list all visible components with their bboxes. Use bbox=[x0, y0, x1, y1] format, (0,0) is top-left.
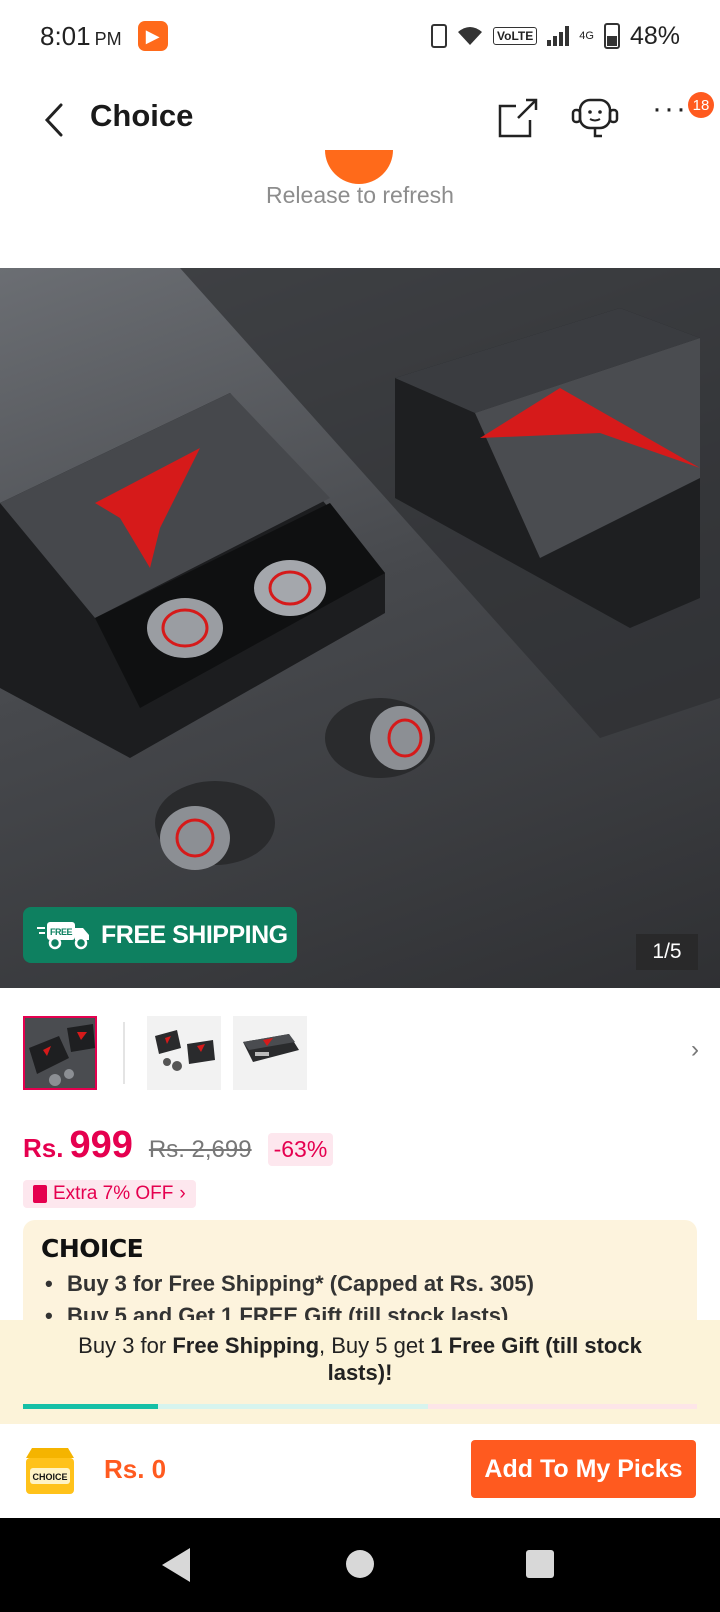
extra-off-label: Extra 7% OFF bbox=[53, 1183, 174, 1204]
promo-progress-bar bbox=[23, 1404, 697, 1409]
system-nav-bar bbox=[0, 1518, 720, 1612]
current-price: 999 bbox=[69, 1124, 133, 1166]
app-notification-icon: ▶ bbox=[137, 21, 168, 51]
choice-box-icon: CHOICE bbox=[26, 1448, 74, 1494]
thumbnail-divider bbox=[123, 1022, 125, 1084]
thumbnail-strip: › bbox=[23, 1016, 703, 1092]
delivery-truck-icon: FREE bbox=[37, 922, 89, 950]
back-icon bbox=[44, 103, 63, 137]
extra-off-coupon[interactable]: Extra 7% OFF › bbox=[23, 1180, 196, 1208]
network-type: 4G bbox=[579, 30, 594, 42]
chevron-right-icon[interactable]: › bbox=[691, 1036, 699, 1064]
progress-segment bbox=[428, 1404, 697, 1409]
free-shipping-badge: FREE FREE SHIPPING bbox=[23, 907, 297, 963]
thumbnail-1[interactable] bbox=[23, 1016, 97, 1090]
picks-total: Rs. 0 bbox=[104, 1454, 167, 1484]
promo-highlight: Free Shipping bbox=[172, 1333, 320, 1358]
refresh-hint: Release to refresh bbox=[266, 182, 454, 208]
progress-fill bbox=[23, 1404, 158, 1409]
price-currency: Rs. bbox=[23, 1133, 64, 1163]
back-button[interactable] bbox=[34, 100, 74, 140]
volte-badge: VoLTE bbox=[493, 27, 538, 45]
signal-icon bbox=[547, 26, 570, 46]
support-icon bbox=[571, 98, 619, 138]
nav-back-icon[interactable] bbox=[162, 1548, 190, 1582]
thumbnail-2[interactable] bbox=[147, 1016, 221, 1090]
free-label: FREE bbox=[50, 927, 73, 937]
thumbnail-image bbox=[147, 1016, 221, 1090]
chevron-right-icon: › bbox=[179, 1183, 186, 1204]
add-to-picks-button[interactable]: Add To My Picks bbox=[471, 1440, 696, 1498]
vibrate-icon bbox=[431, 24, 448, 48]
coupon-tag-icon bbox=[33, 1185, 47, 1203]
choice-logo: CHOICE bbox=[41, 1234, 144, 1263]
notification-count-badge: 18 bbox=[688, 92, 714, 118]
status-indicators: VoLTE 4G 48% bbox=[431, 0, 680, 72]
earbuds-product-photo bbox=[0, 268, 720, 870]
page-title: Choice bbox=[90, 98, 194, 133]
status-time: 8:01 PM bbox=[40, 20, 122, 51]
battery-icon bbox=[603, 23, 620, 49]
price-row: Rs. 999 Rs. 2,699 -63% bbox=[23, 1124, 334, 1167]
free-shipping-label: FREE SHIPPING bbox=[101, 920, 288, 949]
nav-recents-icon[interactable] bbox=[526, 1550, 554, 1578]
refresh-spinner-icon bbox=[325, 150, 393, 184]
thumbnail-3[interactable] bbox=[233, 1016, 307, 1090]
wifi-icon bbox=[458, 27, 483, 45]
promo-text: , Buy 5 get bbox=[319, 1333, 431, 1358]
promo-text: Buy 3 for bbox=[78, 1333, 173, 1358]
thumbnail-image bbox=[25, 1018, 95, 1088]
benefit-item: Buy 3 for Free Shipping* (Capped at Rs. … bbox=[41, 1271, 679, 1297]
progress-segment bbox=[158, 1404, 428, 1409]
status-bar: 8:01 PM ▶ VoLTE 4G 48% bbox=[0, 0, 720, 72]
nav-home-icon[interactable] bbox=[346, 1550, 374, 1578]
box-label: CHOICE bbox=[32, 1472, 67, 1482]
share-icon bbox=[498, 98, 538, 138]
original-price: Rs. 2,699 bbox=[148, 1136, 252, 1163]
image-counter: 1/5 bbox=[636, 934, 698, 970]
product-image[interactable] bbox=[0, 268, 720, 988]
share-button[interactable] bbox=[496, 96, 540, 140]
battery-level: 48% bbox=[629, 21, 680, 50]
discount-badge: -63% bbox=[267, 1133, 334, 1166]
more-icon: ··· bbox=[652, 92, 688, 125]
thumbnail-image bbox=[233, 1016, 307, 1090]
bottom-action-bar: CHOICE Rs. 0 Add To My Picks bbox=[0, 1424, 720, 1518]
customer-support-button[interactable] bbox=[570, 96, 619, 140]
choice-cart-button[interactable]: CHOICE bbox=[22, 1446, 78, 1498]
